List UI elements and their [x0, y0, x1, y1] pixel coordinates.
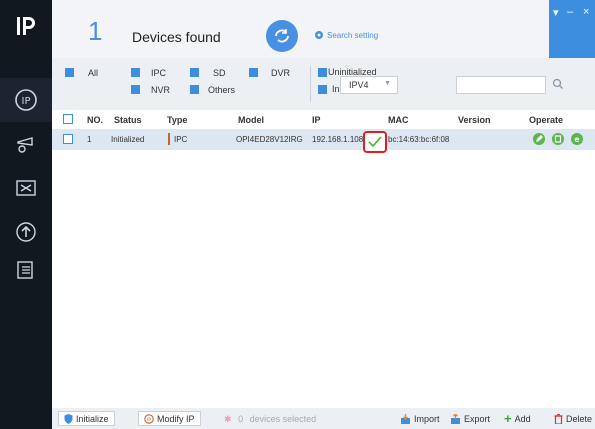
- filter-uninitialized-checkbox[interactable]: [318, 68, 327, 77]
- selected-count: 0: [238, 414, 244, 424]
- select-all-checkbox[interactable]: [63, 114, 73, 124]
- device-table: NO. Status Type Model IP MAC Version Ope…: [52, 110, 595, 150]
- sidebar-item-docs[interactable]: [0, 248, 52, 292]
- ip-circle-icon: IP: [15, 89, 37, 111]
- filter-nvr-label: NVR: [151, 85, 171, 95]
- minimize-icon[interactable]: –: [567, 6, 573, 18]
- checkmark-icon: [368, 136, 382, 148]
- web-icon: e: [574, 135, 580, 143]
- pencil-icon: [536, 135, 543, 142]
- filter-ipc-label: IPC: [151, 68, 167, 78]
- filter-ipc-checkbox[interactable]: [131, 68, 140, 77]
- device-count: 1: [88, 16, 103, 46]
- import-icon: [401, 413, 410, 424]
- export-label: Export: [464, 413, 491, 424]
- row-checkbox[interactable]: [63, 134, 73, 144]
- selection-status: ✱ 0 devices selected: [224, 414, 316, 425]
- search-input[interactable]: [456, 76, 546, 94]
- filter-initialized-checkbox[interactable]: [318, 85, 327, 94]
- gear-icon: [315, 31, 323, 39]
- details-icon: [554, 135, 562, 143]
- ip-badge-icon: IP: [144, 413, 154, 424]
- row-type: IPC: [174, 135, 188, 144]
- search-setting-link[interactable]: Search setting: [314, 30, 378, 40]
- ip-version-select[interactable]: IPV4 ▼: [340, 76, 398, 94]
- bottom-toolbar: Initialize IP Modify IP ✱ 0 devices sele…: [52, 408, 595, 429]
- filter-others-checkbox[interactable]: [190, 85, 199, 94]
- filter-others-label: Others: [208, 85, 236, 95]
- delete-button[interactable]: Delete: [554, 411, 592, 426]
- initialize-button[interactable]: Initialize: [58, 411, 115, 426]
- import-label: Import: [414, 413, 440, 424]
- row-status: Initialized: [111, 135, 145, 144]
- sidebar-item-tools[interactable]: [0, 166, 52, 210]
- filter-dvr-label: DVR: [271, 68, 291, 78]
- upgrade-arrow-icon: [16, 222, 36, 242]
- shield-icon: [64, 413, 73, 424]
- selected-text: devices selected: [249, 414, 317, 424]
- row-ip: 192.168.1.108: [312, 135, 364, 144]
- export-icon: [451, 413, 460, 424]
- details-button[interactable]: [552, 133, 564, 145]
- sidebar: IP: [0, 0, 52, 429]
- table-header: NO. Status Type Model IP MAC Version Ope…: [52, 110, 595, 130]
- filter-all-checkbox[interactable]: [65, 68, 74, 77]
- col-type: Type: [167, 115, 188, 125]
- filter-divider: [310, 66, 311, 102]
- initialize-label: Initialize: [76, 413, 109, 424]
- row-model: OPI4ED28V12IRG: [236, 135, 303, 144]
- devices-found-label: Devices found: [132, 29, 221, 45]
- close-icon[interactable]: ×: [583, 6, 589, 18]
- filter-nvr-checkbox[interactable]: [131, 85, 140, 94]
- filter-sd-label: SD: [213, 68, 226, 78]
- svg-text:IP: IP: [22, 96, 31, 107]
- sidebar-item-ip[interactable]: IP: [0, 78, 52, 122]
- table-row[interactable]: 1 Initialized IPC OPI4ED28V12IRG 192.168…: [52, 130, 595, 150]
- edit-button[interactable]: [533, 133, 545, 145]
- dropdown-icon[interactable]: ▾: [553, 6, 559, 19]
- col-mac: MAC: [388, 115, 409, 125]
- export-button[interactable]: Export: [450, 411, 490, 426]
- ip-logo-icon: [17, 17, 35, 35]
- col-no: NO.: [87, 115, 104, 125]
- col-model: Model: [238, 115, 264, 125]
- search-setting-label: Search setting: [327, 30, 379, 40]
- svg-text:e: e: [574, 135, 580, 143]
- filter-all-label: All: [88, 68, 99, 78]
- add-button[interactable]: + Add: [504, 411, 531, 426]
- document-list-icon: [17, 261, 33, 279]
- ip-version-value: IPV4: [349, 80, 369, 90]
- window-controls: ▾ – ×: [549, 0, 595, 58]
- highlighted-check-marker: [363, 131, 387, 153]
- add-label: Add: [514, 413, 531, 424]
- camera-gear-icon: [17, 137, 33, 153]
- row-no: 1: [87, 135, 92, 144]
- import-button[interactable]: Import: [400, 411, 440, 426]
- search-icon[interactable]: [552, 78, 564, 90]
- refresh-button[interactable]: [266, 20, 298, 52]
- modify-ip-button[interactable]: IP Modify IP: [138, 411, 201, 426]
- col-version: Version: [458, 115, 491, 125]
- sidebar-item-config[interactable]: [0, 122, 52, 166]
- header: 1 Devices found Search setting ▾ – ×: [52, 0, 595, 58]
- delete-label: Delete: [566, 413, 593, 424]
- type-indicator: [168, 133, 170, 145]
- row-mac: bc:14:63:bc:6f:08: [388, 135, 450, 144]
- trash-icon: [554, 413, 563, 424]
- filter-dvr-checkbox[interactable]: [249, 68, 258, 77]
- col-status: Status: [114, 115, 142, 125]
- plus-icon: +: [504, 411, 512, 426]
- svg-text:IP: IP: [147, 417, 151, 423]
- web-button[interactable]: e: [571, 133, 583, 145]
- col-ip: IP: [312, 115, 321, 125]
- alert-icon: ✱: [224, 414, 232, 424]
- modify-ip-label: Modify IP: [157, 413, 195, 424]
- refresh-icon: [275, 29, 289, 43]
- chevron-down-icon: ▼: [384, 80, 391, 87]
- tools-icon: [16, 180, 36, 196]
- col-operate: Operate: [529, 115, 564, 125]
- filter-sd-checkbox[interactable]: [190, 68, 199, 77]
